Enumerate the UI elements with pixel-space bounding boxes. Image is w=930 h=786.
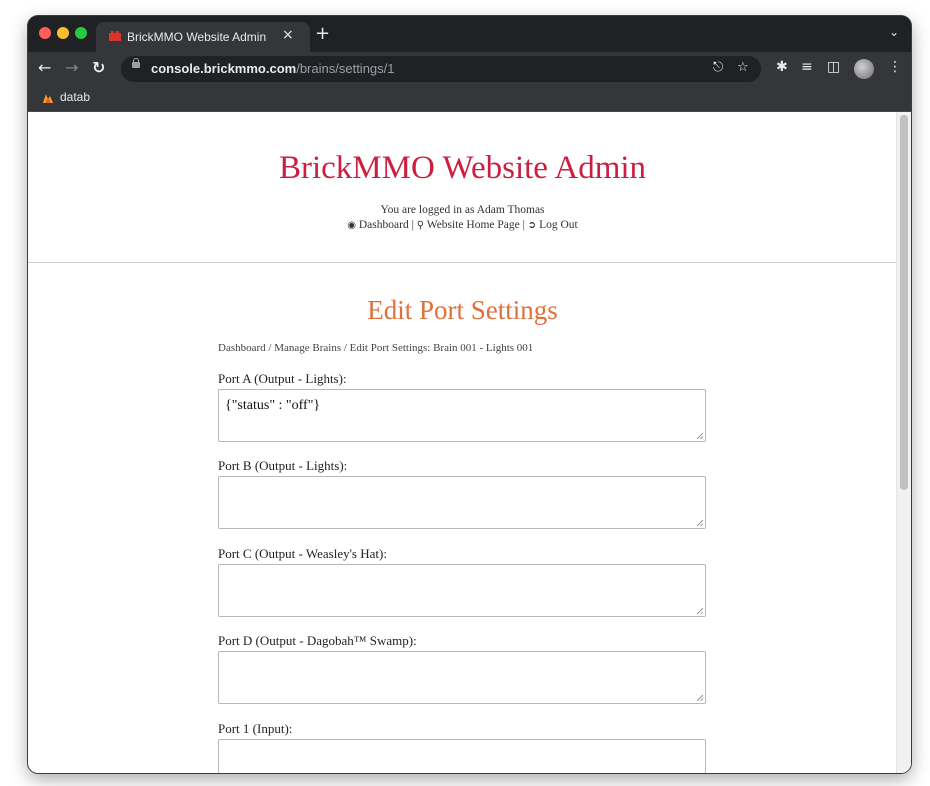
profile-avatar[interactable] — [854, 59, 874, 79]
port-b-textarea[interactable] — [218, 476, 706, 529]
address-bar[interactable]: console.brickmmo.com/brains/settings/1 ⎋… — [121, 56, 761, 82]
port-d-textarea[interactable] — [218, 651, 706, 704]
website-home-link[interactable]: Website Home Page — [427, 219, 520, 231]
lock-icon — [132, 58, 140, 68]
brickmmo-favicon-icon — [109, 31, 121, 41]
logged-in-text: You are logged in as Adam Thomas — [380, 204, 545, 216]
page-viewport: BrickMMO Website Admin You are logged in… — [28, 112, 911, 773]
port-a-label: Port A (Output - Lights): — [218, 371, 347, 386]
resize-grip-icon[interactable] — [697, 520, 703, 526]
nav-separator: | — [408, 219, 417, 231]
bookmark-datab[interactable]: datab — [60, 90, 90, 104]
resize-grip-icon[interactable] — [697, 695, 703, 701]
share-icon[interactable]: ⎋ — [713, 60, 723, 75]
side-panel-icon[interactable]: ◫ — [827, 59, 840, 75]
scrollbar-thumb[interactable] — [900, 115, 908, 490]
resize-grip-icon[interactable] — [697, 608, 703, 614]
port-c-label: Port C (Output - Weasley's Hat): — [218, 546, 387, 561]
nav-separator: | — [519, 219, 528, 231]
dashboard-link[interactable]: Dashboard — [359, 219, 409, 231]
reading-list-icon[interactable]: ≡ — [801, 59, 813, 75]
tab-search-chevron-icon[interactable]: ⌄ — [889, 25, 899, 39]
vertical-scrollbar[interactable] — [896, 112, 911, 773]
header-nav: ◉ Dashboard | ⚲ Website Home Page | ➲ Lo… — [28, 219, 897, 231]
dashboard-icon: ◉ — [347, 220, 356, 231]
logout-link[interactable]: Log Out — [539, 219, 578, 231]
tab-strip: BrickMMO Website Admin × + ⌄ — [28, 16, 911, 52]
datab-bookmark-icon — [43, 94, 53, 103]
new-tab-button[interactable]: + — [315, 23, 330, 44]
browser-window: BrickMMO Website Admin × + ⌄ ← → ↻ conso… — [28, 16, 911, 773]
bookmarks-bar: datab — [28, 86, 911, 112]
port-a-value: {"status" : "off"} — [225, 398, 321, 413]
bookmark-star-icon[interactable]: ☆ — [737, 60, 749, 75]
port-1-textarea[interactable] — [218, 739, 706, 773]
close-tab-icon[interactable]: × — [282, 27, 294, 43]
port-b-label: Port B (Output - Lights): — [218, 458, 348, 473]
url-host: console.brickmmo.com — [151, 61, 297, 76]
tab-title: BrickMMO Website Admin — [127, 30, 267, 44]
minimize-window-button[interactable] — [57, 27, 69, 39]
admin-page: BrickMMO Website Admin You are logged in… — [28, 112, 897, 773]
port-1-label: Port 1 (Input): — [218, 721, 293, 736]
extensions-puzzle-icon[interactable]: ✱ — [776, 59, 788, 75]
url-text[interactable]: console.brickmmo.com/brains/settings/1 — [151, 61, 395, 76]
back-arrow-icon[interactable]: ← — [38, 58, 51, 77]
forward-arrow-icon[interactable]: → — [65, 58, 78, 77]
more-menu-icon[interactable]: ⋮ — [888, 59, 902, 75]
reload-icon[interactable]: ↻ — [92, 58, 105, 77]
search-icon: ⚲ — [416, 220, 425, 231]
breadcrumb[interactable]: Dashboard / Manage Brains / Edit Port Se… — [218, 342, 533, 354]
browser-toolbar: ← → ↻ console.brickmmo.com/brains/settin… — [28, 52, 911, 86]
port-c-textarea[interactable] — [218, 564, 706, 617]
port-d-label: Port D (Output - Dagobah™ Swamp): — [218, 633, 417, 648]
maximize-window-button[interactable] — [75, 27, 87, 39]
url-path: /brains/settings/1 — [296, 61, 395, 76]
header-divider — [28, 262, 897, 263]
logout-icon: ➲ — [527, 220, 537, 231]
tab-brickmmo-admin[interactable]: BrickMMO Website Admin × — [96, 22, 310, 52]
resize-grip-icon[interactable] — [697, 433, 703, 439]
site-title: BrickMMO Website Admin — [278, 150, 647, 186]
port-a-textarea[interactable]: {"status" : "off"} — [218, 389, 706, 442]
page-heading: Edit Port Settings — [367, 295, 558, 325]
close-window-button[interactable] — [39, 27, 51, 39]
